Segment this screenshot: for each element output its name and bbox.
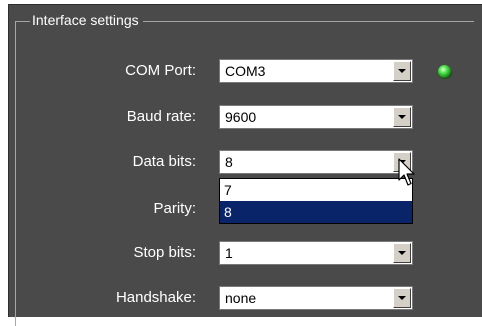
data-bits-value: 8 xyxy=(225,154,233,170)
mouse-cursor-icon xyxy=(398,158,415,186)
stop-bits-dropdown-button[interactable] xyxy=(393,243,411,263)
data-bits-select[interactable]: 8 xyxy=(219,150,413,174)
baud-rate-label: Baud rate: xyxy=(126,108,196,125)
stop-bits-value: 1 xyxy=(225,245,233,261)
chevron-down-icon xyxy=(398,115,406,119)
data-bits-option-7[interactable]: 7 xyxy=(220,179,412,201)
baud-rate-select[interactable]: 9600 xyxy=(219,105,413,129)
com-port-label: COM Port: xyxy=(125,62,196,79)
green-led-icon xyxy=(438,65,452,79)
data-bits-option-8[interactable]: 8 xyxy=(220,201,412,223)
stop-bits-label: Stop bits: xyxy=(133,244,196,261)
com-port-dropdown-button[interactable] xyxy=(393,61,411,81)
handshake-label: Handshake: xyxy=(115,289,196,306)
handshake-value: none xyxy=(225,290,257,306)
parity-label: Parity: xyxy=(153,200,196,217)
com-port-select[interactable]: COM3 xyxy=(219,59,413,83)
handshake-dropdown-button[interactable] xyxy=(393,288,411,308)
data-bits-label: Data bits: xyxy=(132,153,196,170)
chevron-down-icon xyxy=(398,69,406,73)
chevron-down-icon xyxy=(398,251,406,255)
baud-rate-value: 9600 xyxy=(225,109,257,125)
chevron-down-icon xyxy=(398,296,406,300)
group-title: Interface settings xyxy=(30,11,143,29)
com-port-value: COM3 xyxy=(225,63,266,79)
handshake-select[interactable]: none xyxy=(219,286,413,310)
stop-bits-select[interactable]: 1 xyxy=(219,241,413,265)
baud-rate-dropdown-button[interactable] xyxy=(393,107,411,127)
data-bits-options-list: 7 8 xyxy=(219,178,413,224)
